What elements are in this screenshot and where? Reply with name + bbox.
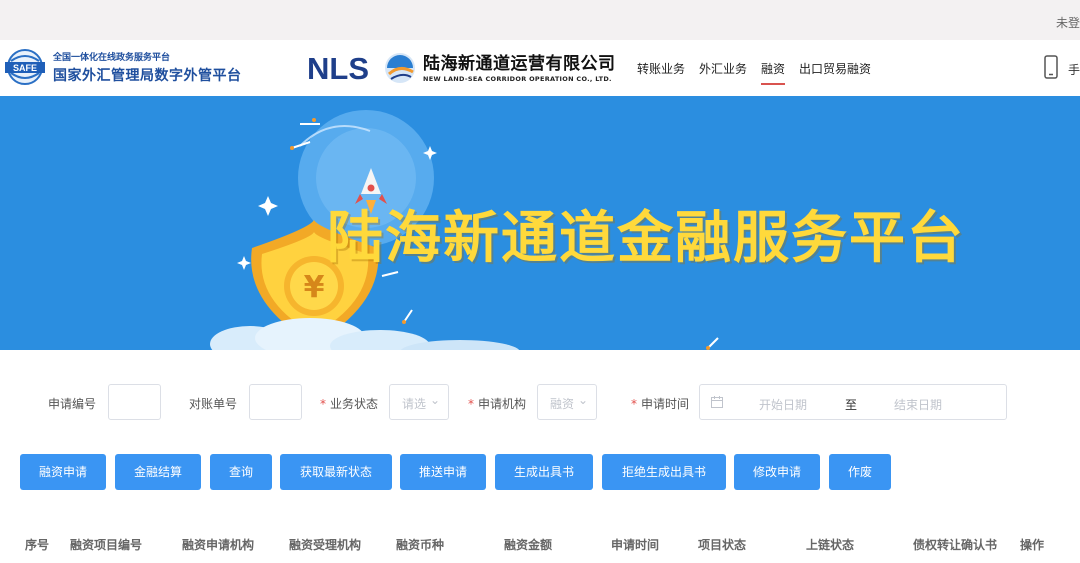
main-nav: 转账业务 外汇业务 融资 出口贸易融资 [637, 60, 885, 85]
time-label: * 申请时间 [631, 395, 689, 412]
banner: ¥ 陆海新通道金融服务平台 [0, 96, 1080, 350]
action-buttons: 融资申请 金融结算 查询 获取最新状态 推送申请 生成出具书 拒绝生成出具书 修… [0, 454, 1080, 490]
login-status-link[interactable]: 未登 [1056, 14, 1080, 31]
reject-generate-letter-button[interactable]: 拒绝生成出具书 [602, 454, 726, 490]
apply-no-input[interactable] [108, 384, 161, 420]
time-label-text: 申请时间 [641, 397, 690, 411]
safe-logo-icon: SAFE [5, 49, 45, 85]
safe-logo-text: SAFE [13, 63, 37, 73]
calendar-icon [711, 396, 723, 408]
nls-logo-text: NLS [307, 51, 369, 86]
modify-apply-button[interactable]: 修改申请 [734, 454, 820, 490]
check-no-input[interactable] [249, 384, 302, 420]
col-apply-org: 融资申请机构 [182, 538, 255, 552]
coin-symbol: ¥ [304, 270, 325, 305]
safe-title: 国家外汇管理局数字外管平台 [53, 68, 242, 84]
chevron-down-icon: ⌄ [577, 393, 588, 407]
banner-title: 陆海新通道金融服务平台 [327, 206, 965, 271]
col-project-no: 融资项目编号 [70, 538, 143, 552]
chevron-down-icon: ⌄ [429, 393, 440, 407]
nav-export-trade-financing[interactable]: 出口贸易融资 [799, 60, 871, 85]
get-latest-status-button[interactable]: 获取最新状态 [280, 454, 392, 490]
status-select-placeholder: 请选 [402, 397, 427, 411]
header: SAFE 全国一体化在线政务服务平台 国家外汇管理局数字外管平台 NLS 陆海新… [0, 40, 1080, 96]
date-range-picker[interactable]: 开始日期 至 结束日期 [699, 384, 1007, 420]
status-label: * 业务状态 [320, 395, 378, 412]
nav-forex[interactable]: 外汇业务 [699, 60, 747, 85]
phone-icon[interactable] [1044, 55, 1058, 79]
col-chain-status: 上链状态 [806, 538, 855, 552]
required-star: * [631, 397, 637, 411]
table-header: 序号 融资项目编号 融资申请机构 融资受理机构 融资币种 融资金额 申请时间 项… [0, 536, 1080, 556]
org-select[interactable]: 融资 ⌄ [537, 384, 597, 420]
push-apply-button[interactable]: 推送申请 [400, 454, 486, 490]
required-star: * [320, 397, 326, 411]
end-date-input[interactable]: 结束日期 [894, 396, 942, 413]
col-currency: 融资币种 [396, 538, 445, 552]
col-apply-time: 申请时间 [611, 538, 660, 552]
col-index: 序号 [25, 538, 50, 552]
org-label-text: 申请机构 [478, 397, 527, 411]
nav-financing[interactable]: 融资 [761, 60, 786, 85]
col-amount: 融资金额 [504, 538, 553, 552]
safe-subtitle: 全国一体化在线政务服务平台 [53, 53, 171, 63]
query-button[interactable]: 查询 [210, 454, 272, 490]
apply-no-label: 申请编号 [48, 397, 97, 411]
org-label: * 申请机构 [468, 395, 526, 412]
status-label-text: 业务状态 [330, 397, 379, 411]
financial-settlement-button[interactable]: 金融结算 [115, 454, 201, 490]
col-accept-org: 融资受理机构 [289, 538, 362, 552]
col-project-status: 项目状态 [698, 538, 747, 552]
void-button[interactable]: 作废 [829, 454, 891, 490]
company-name: 陆海新通道运营有限公司 [423, 54, 616, 74]
org-select-placeholder: 融资 [550, 397, 575, 411]
top-bar: 未登 [0, 0, 1080, 40]
mobile-link[interactable]: 手 [1068, 61, 1080, 78]
generate-letter-button[interactable]: 生成出具书 [495, 454, 593, 490]
range-separator: 至 [845, 398, 858, 412]
search-filters: 申请编号 对账单号 * 业务状态 请选 ⌄ * 申请机构 融资 ⌄ * 申请时间 开始… [0, 384, 1080, 420]
status-select[interactable]: 请选 ⌄ [389, 384, 449, 420]
col-operation: 操作 [1020, 538, 1045, 552]
clouds [210, 318, 520, 350]
check-no-label: 对账单号 [189, 397, 238, 411]
required-star: * [468, 397, 474, 411]
financing-apply-button[interactable]: 融资申请 [20, 454, 106, 490]
start-date-input[interactable]: 开始日期 [759, 396, 807, 413]
nav-transfer[interactable]: 转账业务 [637, 60, 685, 85]
nls-logo-icon: NLS [307, 51, 415, 86]
col-transfer-confirmation: 债权转让确认书 [913, 538, 998, 552]
company-english-name: NEW LAND-SEA CORRIDOR OPERATION CO., LTD… [423, 75, 612, 83]
